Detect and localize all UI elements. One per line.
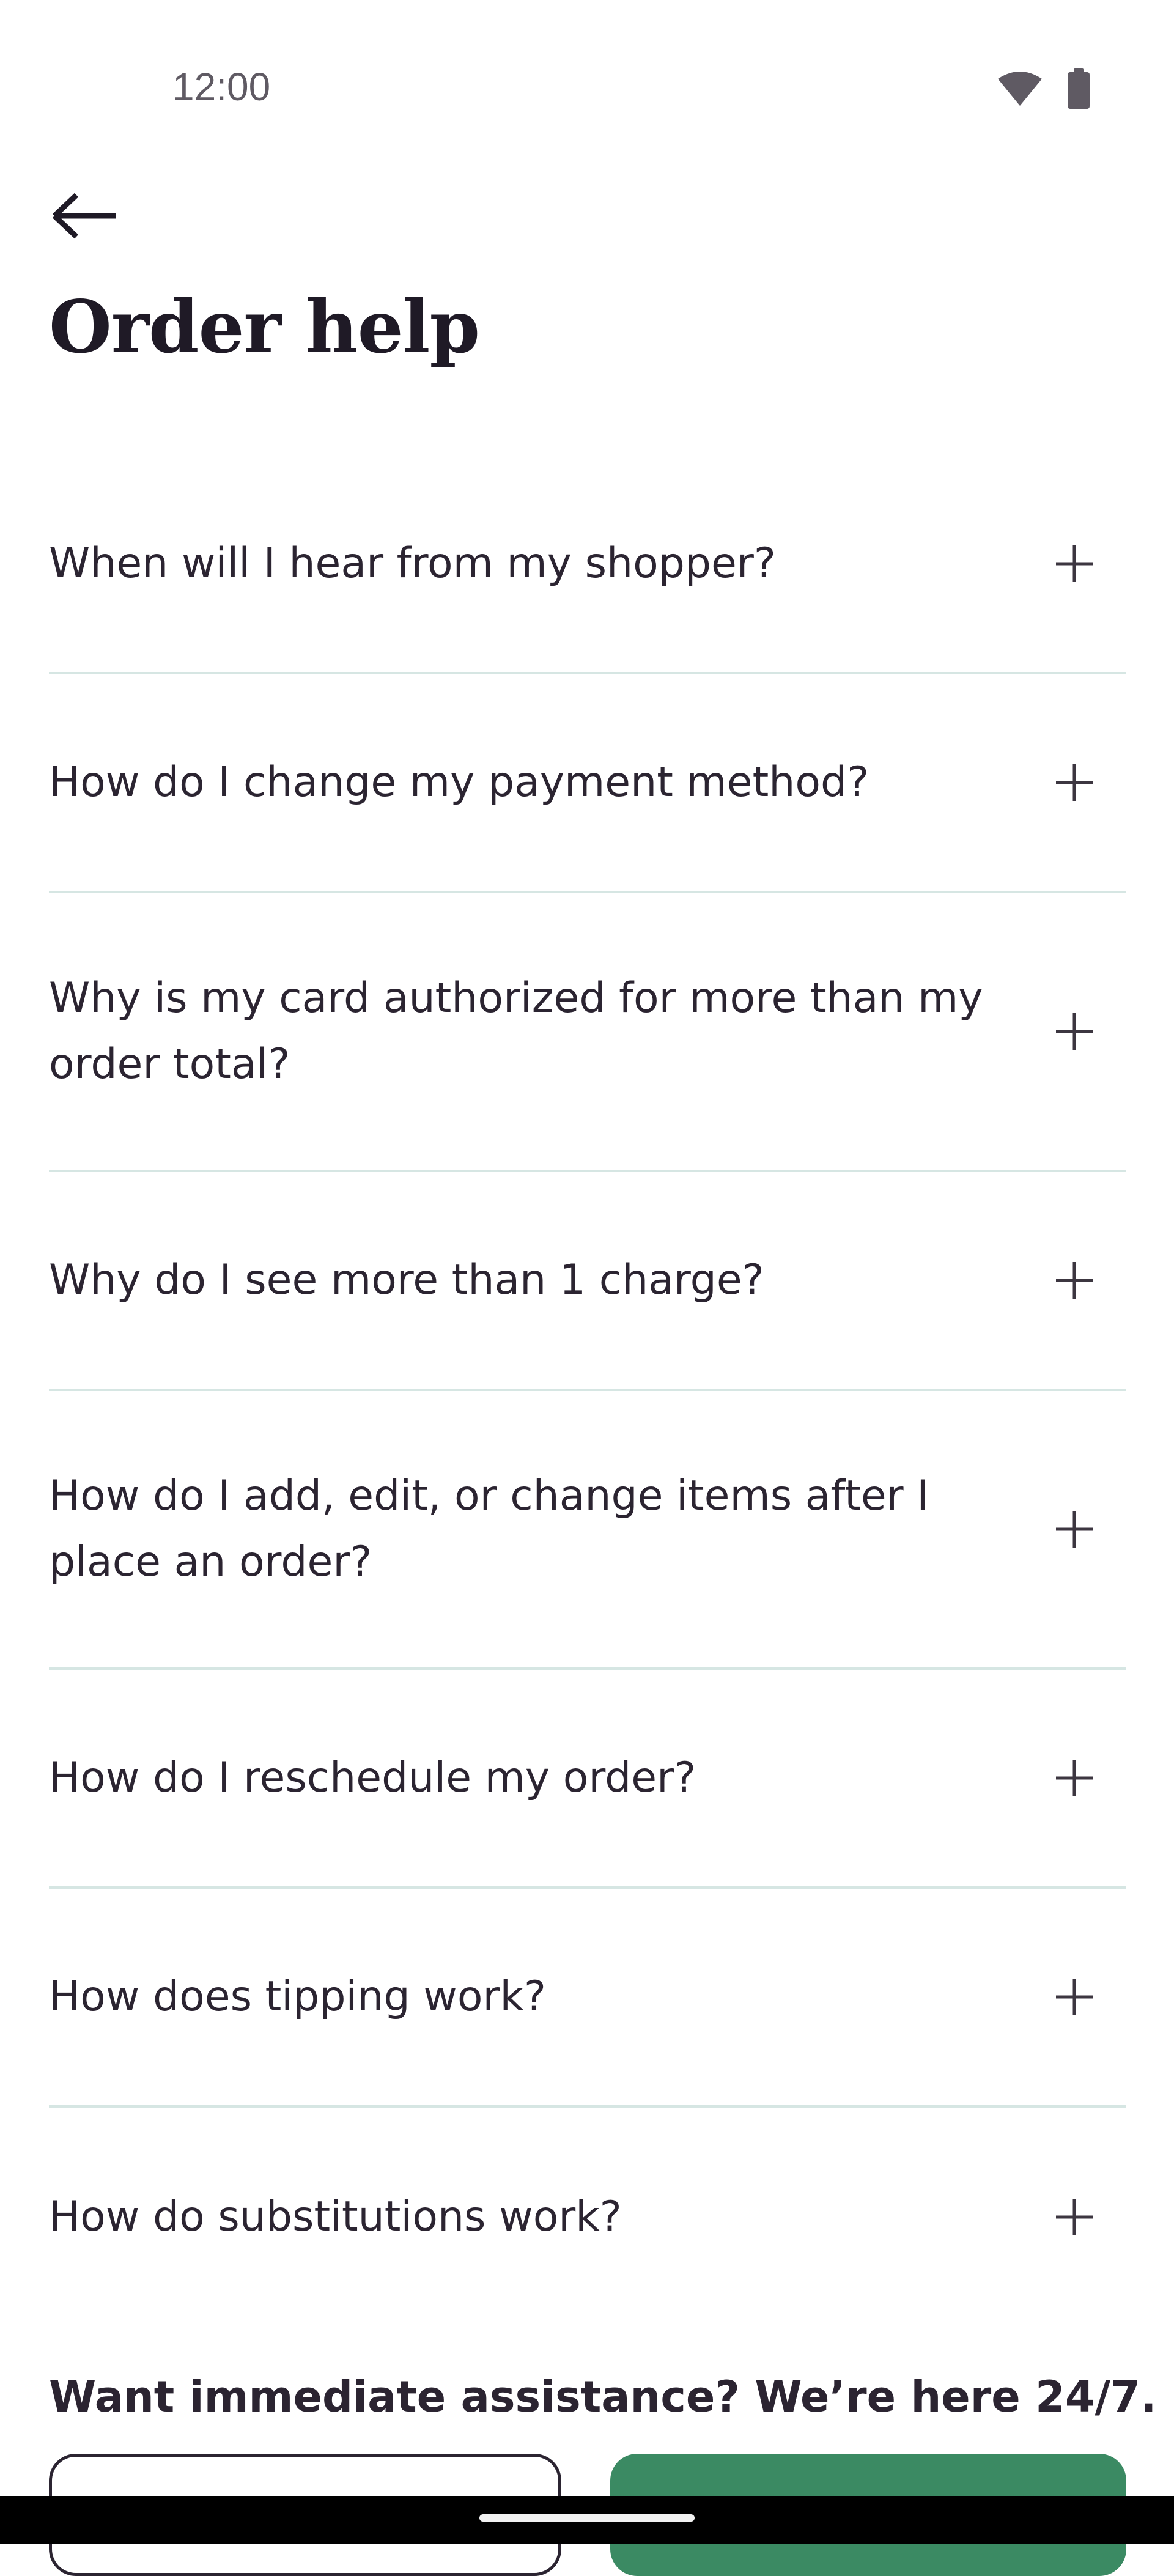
plus-icon[interactable] (1041, 530, 1108, 597)
faq-item[interactable]: Why is my card authorized for more than … (49, 893, 1126, 1172)
faq-question: How do I add, edit, or change items afte… (49, 1472, 929, 1586)
status-time: 12:00 (172, 65, 271, 109)
wifi-icon (997, 70, 1043, 107)
faq-item[interactable]: How do I add, edit, or change items afte… (49, 1391, 1126, 1670)
plus-icon[interactable] (1041, 1496, 1108, 1563)
faq-item[interactable]: How does tipping work? (49, 1889, 1126, 2108)
faq-item[interactable]: Why do I see more than 1 charge? (49, 1172, 1126, 1391)
arrow-left-icon (50, 191, 118, 243)
faq-item[interactable]: When will I hear from my shopper? (49, 456, 1126, 674)
status-bar: 12:00 (0, 0, 1174, 147)
back-button[interactable] (44, 177, 124, 257)
faq-item[interactable]: How do I change my payment method? (49, 674, 1126, 893)
plus-icon[interactable] (1041, 1247, 1108, 1314)
plus-icon[interactable] (1041, 998, 1108, 1065)
faq-question: When will I hear from my shopper? (49, 539, 776, 588)
plus-icon[interactable] (1041, 749, 1108, 816)
home-indicator[interactable] (479, 2514, 695, 2522)
assistance-heading: Want immediate assistance? We’re here 24… (49, 2372, 1157, 2422)
faq-question: How do I reschedule my order? (49, 1754, 696, 1802)
faq-item[interactable]: How do I reschedule my order? (49, 1670, 1126, 1889)
navigation-bar (0, 2496, 1174, 2544)
faq-item[interactable]: How do substitutions work? (49, 2108, 1126, 2327)
plus-icon[interactable] (1041, 1744, 1108, 1812)
plus-icon[interactable] (1041, 2183, 1108, 2251)
faq-question: How do I change my payment method? (49, 758, 869, 806)
faq-question: Why do I see more than 1 charge? (49, 1256, 764, 1304)
plus-icon[interactable] (1041, 1963, 1108, 2031)
page-title: Order help (49, 284, 480, 369)
faq-question: How does tipping work? (49, 1973, 546, 2021)
status-icons (997, 68, 1091, 109)
faq-list: When will I hear from my shopper? How do… (49, 456, 1126, 2327)
battery-icon (1066, 68, 1091, 109)
faq-question: How do substitutions work? (49, 2193, 622, 2241)
faq-question: Why is my card authorized for more than … (49, 974, 983, 1088)
